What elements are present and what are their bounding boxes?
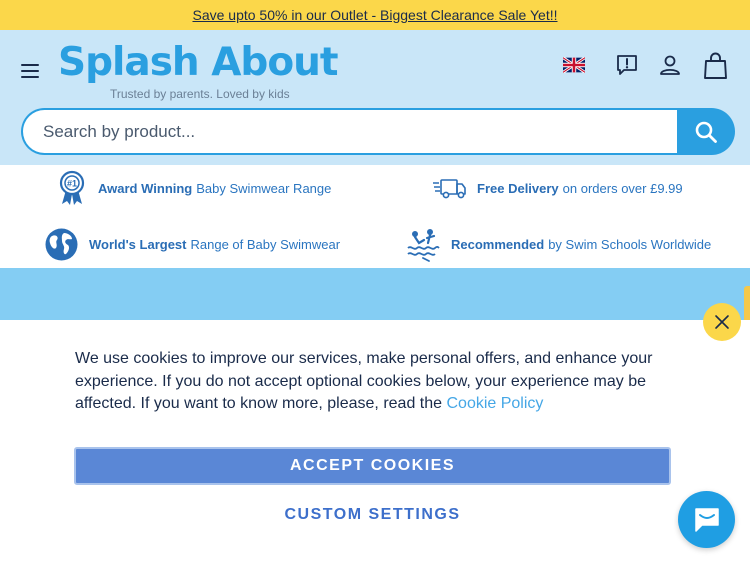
usp-delivery-text: on orders over £9.99 [562, 180, 683, 196]
usp-recommended: Recommended by Swim Schools Worldwide [405, 226, 711, 262]
account-icon[interactable] [658, 53, 682, 77]
cookie-message: We use cookies to improve our services, … [75, 348, 675, 416]
shopping-bag-icon[interactable] [703, 52, 728, 80]
chat-bubble-icon [694, 507, 719, 532]
svg-text:#1: #1 [67, 179, 77, 189]
promo-link[interactable]: Save upto 50% in our Outlet - Biggest Cl… [192, 7, 557, 23]
logo-wordmark: Splash About [58, 40, 339, 85]
site-header: Splash About Trusted by parents. Loved b… [0, 30, 750, 165]
usp-recommended-bold: Recommended [451, 236, 545, 252]
custom-settings-button[interactable]: CUSTOM SETTINGS [74, 500, 671, 530]
uk-flag-icon[interactable] [563, 57, 585, 73]
usp-award-text: Baby Swimwear Range [196, 180, 332, 196]
search-icon [695, 121, 717, 143]
accept-cookies-button[interactable]: ACCEPT COOKIES [74, 447, 671, 485]
usp-delivery: Free Delivery on orders over £9.99 [432, 177, 683, 199]
logo-tagline: Trusted by parents. Loved by kids [110, 87, 290, 101]
delivery-truck-icon [433, 179, 466, 199]
usp-world-text: Range of Baby Swimwear [190, 237, 341, 252]
usp-award: #1 Award Winning Baby Swimwear Range [56, 170, 331, 206]
promo-bar: Save upto 50% in our Outlet - Biggest Cl… [0, 0, 750, 30]
swim-school-icon [407, 229, 440, 262]
hamburger-menu-icon[interactable] [21, 64, 39, 78]
usp-recommended-text: by Swim Schools Worldwide [548, 236, 712, 252]
search-bar [21, 108, 735, 155]
cookie-message-text: We use cookies to improve our services, … [75, 350, 653, 412]
close-icon [715, 315, 729, 329]
alert-message-icon[interactable] [615, 53, 639, 77]
search-button[interactable] [677, 108, 735, 155]
live-chat-button[interactable] [678, 491, 735, 548]
usp-delivery-bold: Free Delivery [477, 180, 559, 196]
cookie-consent-panel: We use cookies to improve our services, … [0, 320, 750, 563]
site-logo[interactable]: Splash About Trusted by parents. Loved b… [58, 38, 339, 101]
usp-award-bold: Award Winning [98, 180, 193, 196]
globe-icon [45, 228, 78, 261]
award-rosette-icon: #1 [59, 170, 85, 205]
usp-world: World's Largest Range of Baby Swimwear [44, 227, 340, 262]
close-cookie-button[interactable] [703, 303, 741, 341]
hero-banner [0, 268, 750, 328]
usp-world-bold: World's Largest [89, 237, 187, 252]
search-input[interactable] [21, 108, 681, 155]
cookie-policy-link[interactable]: Cookie Policy [446, 395, 543, 412]
